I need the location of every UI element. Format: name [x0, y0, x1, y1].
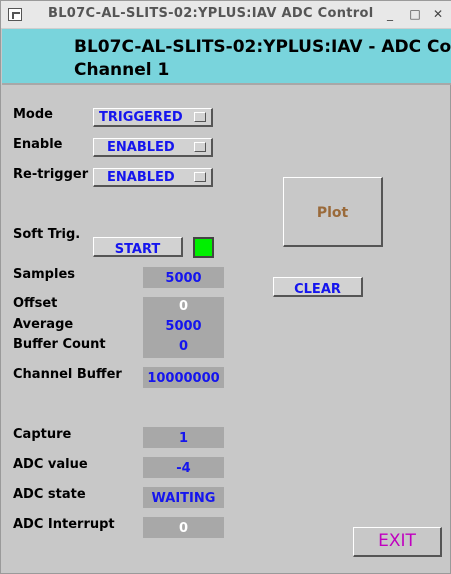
samples-readout: 5000 [143, 267, 224, 288]
adc-value-readout: -4 [143, 457, 224, 478]
capture-readout: 1 [143, 427, 224, 448]
samples-value: 5000 [165, 271, 202, 286]
page-title: BL07C-AL-SLITS-02:YPLUS:IAV - ADC Contro… [74, 37, 451, 57]
channel-buffer-label: Channel Buffer [13, 367, 122, 382]
channel-buffer-readout: 10000000 [143, 367, 224, 388]
channel-buffer-value: 10000000 [147, 371, 220, 386]
minimize-icon[interactable]: _ [381, 5, 399, 23]
exit-button[interactable]: EXIT [353, 527, 442, 557]
mode-menu[interactable]: TRIGGERED [93, 108, 213, 127]
enable-label: Enable [13, 137, 63, 152]
soft-trig-label: Soft Trig. [13, 227, 81, 242]
mode-label: Mode [13, 107, 53, 122]
offset-label: Offset [13, 296, 58, 311]
header-banner: BL07C-AL-SLITS-02:YPLUS:IAV - ADC Contro… [2, 29, 451, 83]
menu-indicator-icon [194, 112, 206, 122]
adc-interrupt-value: 0 [178, 521, 189, 536]
clear-button[interactable]: CLEAR [273, 277, 363, 297]
capture-value: 1 [178, 431, 189, 446]
average-label: Average [13, 317, 74, 332]
plot-button-label: Plot [316, 205, 349, 221]
page-subtitle: Channel 1 [74, 60, 170, 80]
close-icon[interactable]: ✕ [429, 5, 447, 23]
average-value: 5000 [165, 319, 202, 334]
start-button-label: START [114, 242, 161, 257]
buffer-count-label: Buffer Count [13, 337, 106, 352]
stats-readout: 0 5000 0 [143, 297, 224, 358]
enable-menu[interactable]: ENABLED [93, 138, 213, 157]
plot-button[interactable]: Plot [283, 177, 383, 247]
retrigger-menu[interactable]: ENABLED [93, 168, 213, 187]
adc-value: -4 [176, 461, 191, 476]
start-button[interactable]: START [93, 237, 183, 257]
menu-indicator-icon [194, 142, 206, 152]
header-divider [2, 83, 451, 85]
adc-value-label: ADC value [13, 457, 88, 472]
buffer-count-value: 0 [178, 339, 189, 354]
adc-state-label: ADC state [13, 487, 86, 502]
enable-menu-value: ENABLED [107, 140, 175, 155]
soft-trig-status-led [193, 237, 214, 258]
maximize-icon[interactable]: □ [406, 5, 424, 23]
title-bar[interactable]: BL07C-AL-SLITS-02:YPLUS:IAV ADC Control … [1, 1, 451, 29]
adc-control-window: BL07C-AL-SLITS-02:YPLUS:IAV ADC Control … [0, 0, 451, 574]
adc-state-value: WAITING [151, 491, 216, 506]
mode-menu-value: TRIGGERED [99, 110, 183, 125]
menu-indicator-icon [194, 172, 206, 182]
capture-label: Capture [13, 427, 72, 442]
samples-label: Samples [13, 267, 75, 282]
adc-interrupt-label: ADC Interrupt [13, 517, 115, 532]
exit-button-label: EXIT [378, 531, 416, 551]
adc-interrupt-readout: 0 [143, 517, 224, 538]
window-title: BL07C-AL-SLITS-02:YPLUS:IAV ADC Control [48, 6, 374, 21]
offset-value: 0 [178, 299, 189, 314]
retrigger-menu-value: ENABLED [107, 170, 175, 185]
clear-button-label: CLEAR [294, 282, 341, 297]
window-icon [8, 8, 22, 21]
retrigger-label: Re-trigger [13, 167, 89, 182]
adc-state-readout: WAITING [143, 487, 224, 508]
